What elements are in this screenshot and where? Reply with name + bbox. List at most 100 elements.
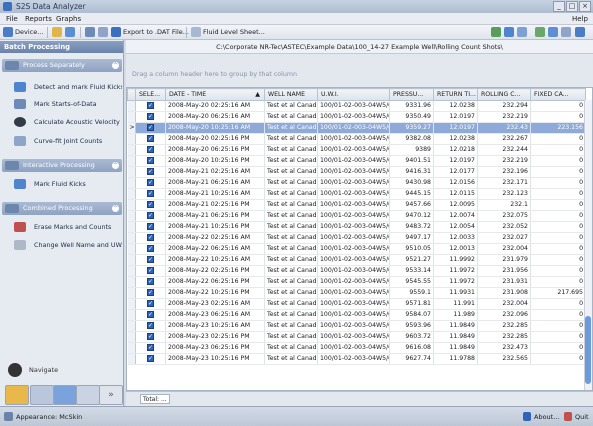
select-checkbox[interactable]: ✓: [147, 123, 154, 131]
menu-reports[interactable]: Reports: [25, 14, 52, 24]
cell-rolling-count[interactable]: 231.931: [477, 276, 531, 288]
cell-well-name[interactable]: Test et al Canada: [264, 166, 318, 178]
sidebar-item-erase-marks[interactable]: Erase Marks and Counts: [14, 220, 122, 234]
cell-well-name[interactable]: Test et al Canada: [264, 265, 318, 277]
table-row[interactable]: ✓ 2008-May-20 10:25:16 PM Test et al Canad…: [127, 155, 586, 167]
cell-fixed-ca[interactable]: 0: [530, 353, 586, 365]
cell-rolling-count[interactable]: 232.096: [477, 309, 531, 321]
cell-pressure[interactable]: 9497.17: [389, 232, 434, 244]
select-checkbox[interactable]: ✓: [147, 299, 154, 307]
cell-rolling-count[interactable]: 232.565: [477, 353, 531, 365]
table-row[interactable]: ✓ 2008-May-21 02:25:16 AM Test et al Canad…: [127, 166, 586, 178]
row-indicator[interactable]: [127, 155, 136, 167]
cell-date-time[interactable]: 2008-May-20 10:25:16 PM: [165, 155, 265, 167]
select-checkbox[interactable]: ✓: [147, 167, 154, 175]
scrollbar-thumb[interactable]: [585, 316, 591, 384]
select-checkbox[interactable]: ✓: [147, 354, 154, 362]
quit-button[interactable]: Quit: [575, 412, 589, 422]
cell-pressure[interactable]: 9483.72: [389, 221, 434, 233]
cell-uwi[interactable]: 100/01-02-003-04W5/0: [317, 320, 390, 332]
cell-well-name[interactable]: Test et al Canada: [264, 122, 318, 134]
select-checkbox[interactable]: ✓: [147, 288, 154, 296]
table-row[interactable]: ✓ 2008-May-21 06:25:16 AM Test et al Canad…: [127, 177, 586, 189]
cell-fixed-ca[interactable]: 217.695: [530, 287, 586, 299]
cell-return-time[interactable]: 11.991: [433, 298, 478, 310]
cell-rolling-count[interactable]: 232.004: [477, 298, 531, 310]
cell-uwi[interactable]: 100/01-02-003-04W5/0: [317, 353, 390, 365]
cell-return-time[interactable]: 11.9972: [433, 276, 478, 288]
cell-return-time[interactable]: 12.0197: [433, 122, 478, 134]
cell-date-time[interactable]: 2008-May-20 02:25:16 PM: [165, 133, 265, 145]
select-checkbox[interactable]: ✓: [147, 222, 154, 230]
select-checkbox[interactable]: ✓: [147, 211, 154, 219]
cell-well-name[interactable]: Test et al Canada: [264, 177, 318, 189]
column-header-return-time[interactable]: RETURN TI...: [433, 88, 478, 101]
menu-graphs[interactable]: Graphs: [56, 14, 81, 24]
cell-pressure[interactable]: 9545.55: [389, 276, 434, 288]
row-indicator[interactable]: [127, 177, 136, 189]
cell-return-time[interactable]: 11.9849: [433, 331, 478, 343]
column-header-pressure[interactable]: PRESSU...: [389, 88, 434, 101]
cell-return-time[interactable]: 11.9849: [433, 320, 478, 332]
cell-well-name[interactable]: Test et al Canada: [264, 353, 318, 365]
cell-fixed-ca[interactable]: 0: [530, 331, 586, 343]
row-indicator[interactable]: [127, 221, 136, 233]
row-indicator[interactable]: [127, 133, 136, 145]
row-indicator[interactable]: [127, 265, 136, 277]
export-dat-button[interactable]: Export to .DAT File...: [123, 27, 189, 38]
appearance-selector[interactable]: Appearance: McSkin: [16, 412, 82, 422]
cell-date-time[interactable]: 2008-May-21 06:25:16 PM: [165, 210, 265, 222]
cell-well-name[interactable]: Test et al Canada: [264, 232, 318, 244]
row-indicator[interactable]: [127, 111, 136, 123]
cell-rolling-count[interactable]: 232.219: [477, 111, 531, 123]
cell-date-time[interactable]: 2008-May-21 06:25:16 AM: [165, 177, 265, 189]
cell-rolling-count[interactable]: 232.052: [477, 221, 531, 233]
cell-rolling-count[interactable]: 232.1: [477, 199, 531, 211]
table-row[interactable]: ✓ 2008-May-23 02:25:16 AM Test et al Canad…: [127, 298, 586, 310]
close-button[interactable]: ×: [579, 1, 591, 12]
cell-pressure[interactable]: 9382.08: [389, 133, 434, 145]
data-grid[interactable]: SELE... DATE - TIME ▲ WELL NAME U.W.I. P…: [126, 87, 593, 391]
cell-return-time[interactable]: 12.0197: [433, 155, 478, 167]
cell-rolling-count[interactable]: 232.285: [477, 331, 531, 343]
select-checkbox[interactable]: ✓: [147, 156, 154, 164]
chart-icon[interactable]: [491, 27, 501, 37]
cell-return-time[interactable]: 12.0115: [433, 188, 478, 200]
cell-uwi[interactable]: 100/01-02-003-04W5/0: [317, 188, 390, 200]
chevron-up-icon[interactable]: ⌃: [112, 62, 119, 69]
minimize-button[interactable]: _: [553, 1, 565, 12]
cell-pressure[interactable]: 9350.49: [389, 111, 434, 123]
cell-return-time[interactable]: 12.0238: [433, 100, 478, 112]
cell-date-time[interactable]: 2008-May-20 06:25:16 PM: [165, 144, 265, 156]
table-row[interactable]: ✓ 2008-May-22 02:25:16 PM Test et al Canad…: [127, 265, 586, 277]
cell-fixed-ca[interactable]: 0: [530, 309, 586, 321]
cell-date-time[interactable]: 2008-May-21 02:25:16 AM: [165, 166, 265, 178]
fluid-level-sheet-button[interactable]: Fluid Level Sheet...: [203, 27, 265, 38]
select-checkbox[interactable]: ✓: [147, 244, 154, 252]
cell-fixed-ca[interactable]: 0: [530, 155, 586, 167]
cell-well-name[interactable]: Test et al Canada: [264, 133, 318, 145]
cell-well-name[interactable]: Test et al Canada: [264, 298, 318, 310]
cell-rolling-count[interactable]: 232.267: [477, 133, 531, 145]
cell-return-time[interactable]: 12.0054: [433, 221, 478, 233]
select-checkbox[interactable]: ✓: [147, 145, 154, 153]
cell-well-name[interactable]: Test et al Canada: [264, 320, 318, 332]
cell-date-time[interactable]: 2008-May-21 10:25:16 AM: [165, 188, 265, 200]
column-header-date-time[interactable]: DATE - TIME ▲: [165, 88, 265, 101]
sidebar-item-mark-starts[interactable]: Mark Starts-of-Data: [14, 97, 122, 111]
cell-pressure[interactable]: 9445.15: [389, 188, 434, 200]
cell-date-time[interactable]: 2008-May-22 02:25:16 AM: [165, 232, 265, 244]
cell-well-name[interactable]: Test et al Canada: [264, 287, 318, 299]
cell-pressure[interactable]: 9457.66: [389, 199, 434, 211]
cell-return-time[interactable]: 12.0074: [433, 210, 478, 222]
cell-fixed-ca[interactable]: 0: [530, 111, 586, 123]
grid-icon[interactable]: [561, 27, 571, 37]
table-row[interactable]: ✓ 2008-May-22 02:25:16 AM Test et al Canad…: [127, 232, 586, 244]
table-row[interactable]: ✓ 2008-May-23 10:25:16 PM Test et al Canad…: [127, 353, 586, 365]
row-indicator[interactable]: [127, 243, 136, 255]
cell-rolling-count[interactable]: 232.171: [477, 177, 531, 189]
cell-uwi[interactable]: 100/01-02-003-04W5/0: [317, 100, 390, 112]
cell-pressure[interactable]: 9603.72: [389, 331, 434, 343]
cell-uwi[interactable]: 100/01-02-003-04W5/0: [317, 342, 390, 354]
cell-uwi[interactable]: 100/01-02-003-04W5/0: [317, 265, 390, 277]
